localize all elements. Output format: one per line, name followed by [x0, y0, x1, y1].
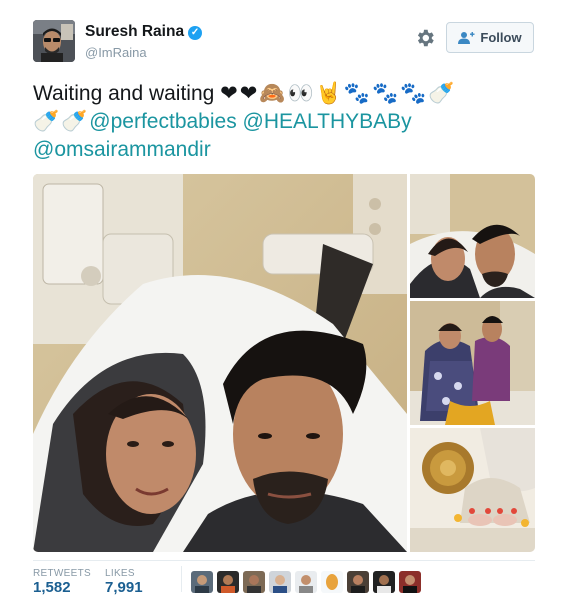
liker-avatar[interactable]	[373, 571, 395, 593]
tweet-body: Waiting and waiting	[33, 82, 215, 105]
user-handle[interactable]: @ImRaina	[85, 45, 147, 60]
photo-hospital-selfie[interactable]	[33, 174, 407, 552]
likes-label: LIKES	[105, 568, 135, 579]
liker-avatar[interactable]	[399, 571, 421, 593]
user-plus-icon	[458, 32, 475, 44]
liker-avatar[interactable]	[321, 571, 343, 593]
follow-button[interactable]: Follow	[446, 22, 534, 53]
photo-ganesha-idol[interactable]	[410, 428, 535, 552]
tweet-text: Waiting and waiting ❤❤🙈👀🤘🐾🐾🐾🍼 🍼🍼@perfect…	[33, 80, 538, 164]
verified-badge-icon: ✓	[188, 26, 203, 40]
user-name-text[interactable]: Suresh Raina	[85, 23, 184, 40]
retweets-label: RETWEETS	[33, 568, 91, 579]
mention-healthybaby[interactable]: @HEALTHYBABy	[243, 110, 412, 133]
liker-avatar[interactable]	[243, 571, 265, 593]
mention-omsairammandir[interactable]: @omsairammandir	[33, 138, 211, 161]
stats-divider	[33, 560, 535, 561]
likes-count[interactable]: 7,991	[105, 579, 143, 596]
avatar[interactable]	[33, 20, 75, 62]
retweets-count[interactable]: 1,582	[33, 579, 71, 596]
photo-couple-selfie[interactable]	[410, 174, 535, 298]
gear-icon[interactable]	[414, 27, 436, 49]
liker-avatar[interactable]	[191, 571, 213, 593]
photo-couple-on-bed[interactable]	[410, 301, 535, 425]
user-name[interactable]: Suresh Raina ✓	[85, 23, 203, 41]
liker-avatar[interactable]	[217, 571, 239, 593]
mention-perfectbabies[interactable]: @perfectbabies	[89, 110, 236, 133]
media-grid	[33, 174, 535, 552]
liker-avatar[interactable]	[269, 571, 291, 593]
liker-avatar[interactable]	[347, 571, 369, 593]
likers-avatars	[191, 571, 421, 593]
follow-button-label: Follow	[480, 30, 522, 45]
emoji-line-1: ❤❤🙈👀🤘🐾🐾🐾🍼	[220, 82, 457, 105]
liker-avatar[interactable]	[295, 571, 317, 593]
stats-separator	[181, 566, 182, 592]
emoji-line-2: 🍼🍼	[33, 110, 90, 133]
